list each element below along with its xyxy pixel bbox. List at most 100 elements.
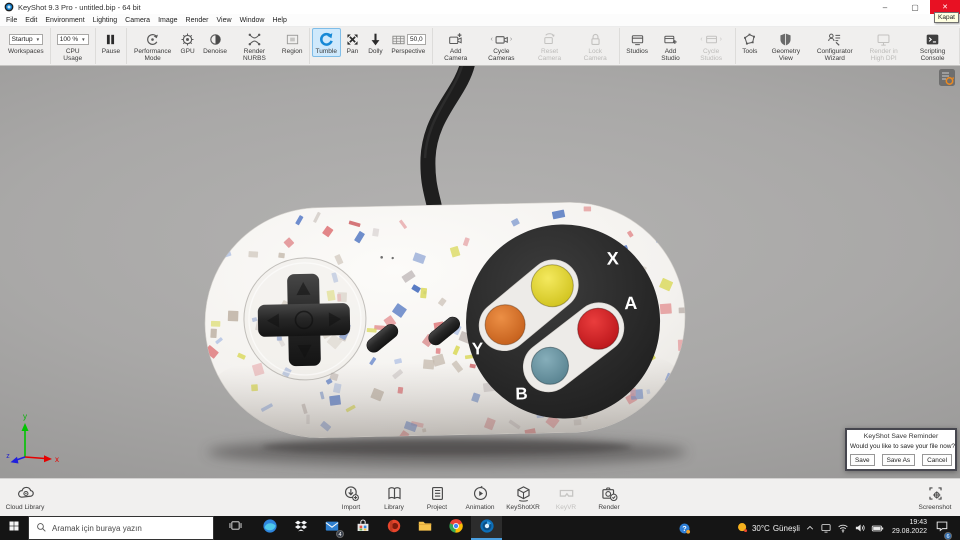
toolbar-performance-mode[interactable]: Performance Mode	[129, 28, 176, 65]
task-view-button[interactable]	[222, 516, 248, 540]
render-scene: X A Y B y x z	[6, 66, 688, 466]
toolbar-dolly[interactable]: Dolly	[364, 28, 387, 57]
wifi-icon[interactable]	[837, 522, 849, 534]
taskbar-app-mail[interactable]: 4	[316, 516, 347, 540]
dock-import[interactable]: Import	[330, 485, 372, 511]
toolbar-denoise[interactable]: Denoise	[199, 28, 231, 57]
taskbar-app-chrome[interactable]	[440, 516, 471, 540]
game-controller: X A Y B	[204, 202, 688, 441]
taskbar-app-store[interactable]	[347, 516, 378, 540]
taskbar-search-input[interactable]: Aramak için buraya yazın	[28, 516, 214, 540]
menu-edit[interactable]: Edit	[21, 16, 41, 25]
menu-environment[interactable]: Environment	[41, 16, 88, 25]
highdpi-icon	[876, 31, 891, 47]
gpu-icon	[180, 31, 195, 47]
menu-file[interactable]: File	[2, 16, 21, 25]
maximize-button[interactable]: ▢	[900, 0, 930, 14]
toolbar-geometry-view[interactable]: Geometry View	[761, 28, 810, 65]
toolbar-label: Scripting Console	[919, 48, 946, 63]
toolbar-cpu-usage[interactable]: 100 % ▼ CPU Usage	[53, 28, 93, 65]
toolbar-cycle-cameras[interactable]: ‹ › Cycle Cameras	[477, 28, 526, 65]
weather-widget[interactable]: 30°C Güneşli	[736, 521, 800, 536]
menu-lighting[interactable]: Lighting	[89, 16, 122, 25]
menu-view[interactable]: View	[213, 16, 236, 25]
toolbar-label: GPU	[180, 48, 195, 55]
toolbar-tools[interactable]: Tools	[738, 28, 761, 57]
menu-image[interactable]: Image	[154, 16, 181, 25]
taskbar-app-keyshot[interactable]	[471, 516, 502, 540]
battery-icon[interactable]	[871, 522, 884, 535]
toolbar-tumble[interactable]: Tumble	[311, 28, 341, 58]
toolbar-label: Tumble	[315, 48, 337, 55]
toolbar-label: Cycle Studios	[700, 48, 722, 63]
chrome-icon	[448, 518, 464, 539]
dock-animation[interactable]: Animation	[459, 485, 501, 511]
tumble-icon	[319, 31, 334, 47]
toolbar: Startup ▼ Workspaces 100 % ▼ CPU Usage Pause Pe…	[0, 27, 960, 66]
keyshot-icon	[479, 518, 495, 539]
dock-keyshotxr[interactable]: KeyShotXR	[502, 485, 544, 511]
import-icon	[343, 485, 360, 503]
dock-cloud-library[interactable]: Cloud Library	[4, 485, 46, 511]
toolbar-perspective[interactable]: 50,0 Perspective	[387, 28, 430, 57]
toolbar-label: Denoise	[203, 48, 227, 55]
toolbar-add-camera[interactable]: Add Camera	[435, 28, 477, 65]
cancel-button[interactable]: Cancel	[922, 454, 952, 466]
toolbar-label: Performance Mode	[134, 48, 172, 63]
minimize-button[interactable]: –	[870, 0, 900, 14]
toolbar-render-nurbs[interactable]: Render NURBS	[231, 28, 278, 65]
toolbar-scripting-console[interactable]: Scripting Console	[908, 28, 957, 65]
edge-icon	[262, 518, 278, 539]
animation-icon	[472, 485, 489, 503]
toolbar-configurator-wizard[interactable]: Configurator Wizard	[810, 28, 859, 65]
toolbar-label: Geometry View	[771, 48, 801, 63]
toolbar-label: Tools	[742, 48, 758, 55]
menu-help[interactable]: Help	[268, 16, 290, 25]
toolbar-label: Pause	[101, 48, 121, 55]
dock-label: Project	[426, 503, 448, 511]
clock-date: 29.08.2022	[891, 528, 927, 535]
taskbar-app-edge[interactable]	[254, 516, 285, 540]
save-button[interactable]: Save	[850, 454, 875, 466]
keyshot-window: KeyShot 9.3 Pro - untitled.bip - 64 bit …	[0, 0, 960, 540]
menu-camera[interactable]: Camera	[121, 16, 154, 25]
dock-screenshot[interactable]: Screenshot	[914, 485, 956, 511]
nurbs-icon	[247, 31, 262, 47]
toolbar-label: Perspective	[391, 48, 426, 55]
taskbar-app-dropbox[interactable]	[285, 516, 316, 540]
letter-y: Y	[472, 339, 484, 358]
toolbar-gpu[interactable]: GPU	[176, 28, 199, 57]
save-reminder-dialog: KeyShot Save Reminder Would you like to …	[845, 428, 957, 471]
library-side-handle[interactable]	[938, 68, 956, 88]
toolbar-lock-camera: Lock Camera	[573, 28, 617, 65]
toolbar-add-studio[interactable]: Add Studio	[652, 28, 689, 65]
toolbar-workspaces[interactable]: Startup ▼ Workspaces	[4, 28, 48, 57]
dock-project[interactable]: Project	[416, 485, 458, 511]
dock-library[interactable]: Library	[373, 485, 415, 511]
start-button[interactable]	[0, 516, 28, 540]
project-icon	[429, 485, 446, 503]
chevron-up-icon[interactable]	[805, 523, 815, 533]
menu-window[interactable]: Window	[236, 16, 269, 25]
toolbar-region[interactable]: Region	[278, 28, 307, 57]
menu-render[interactable]: Render	[182, 16, 213, 25]
realtime-viewport[interactable]: X A Y B y x z KeyShot Save Reminder Woul…	[0, 66, 960, 478]
toolbar-pause[interactable]: Pause	[98, 28, 124, 57]
save-as-button[interactable]: Save As	[881, 454, 916, 466]
dock-render[interactable]: Render	[588, 485, 630, 511]
taskbar-clock[interactable]: 19:43 29.08.2022	[892, 519, 927, 537]
toolbar-studios[interactable]: Studios	[622, 28, 652, 57]
taskbar-app-office[interactable]	[378, 516, 409, 540]
axis-y-label: y	[23, 412, 27, 421]
notification-center-button[interactable]: 6	[935, 519, 952, 540]
axis-z-label: z	[6, 453, 10, 460]
notification-badge: 6	[944, 531, 952, 540]
tablet-tray-icon[interactable]	[820, 522, 832, 534]
region-icon	[285, 31, 300, 47]
geometry-icon	[778, 31, 793, 47]
help-tray-icon[interactable]: ?	[678, 522, 691, 535]
dock-label: KeyVR	[555, 503, 577, 511]
volume-icon[interactable]	[854, 522, 866, 534]
toolbar-pan[interactable]: Pan	[341, 28, 364, 57]
taskbar-app-explorer[interactable]	[409, 516, 440, 540]
